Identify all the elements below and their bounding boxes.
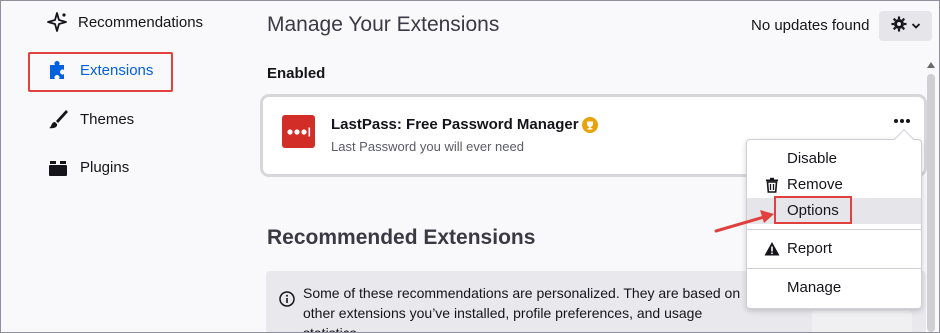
dot: [906, 119, 910, 123]
extension-name[interactable]: LastPass: Free Password Manager: [331, 116, 579, 133]
extension-description: Last Password you will ever need: [331, 139, 524, 154]
warning-icon: [764, 241, 780, 257]
info-icon: [279, 291, 295, 307]
sparkle-icon: [46, 10, 68, 34]
menu-separator: [747, 268, 921, 269]
notice-action-button[interactable]: [812, 311, 912, 333]
sidebar-item-label: Plugins: [80, 158, 130, 176]
sidebar-item-themes[interactable]: Themes: [28, 101, 173, 137]
tools-menu-button[interactable]: [879, 11, 932, 41]
section-heading-recommended: Recommended Extensions: [267, 226, 536, 249]
menu-item-manage[interactable]: Manage: [747, 275, 921, 301]
menu-item-label: Disable: [787, 150, 838, 167]
annotation-arrow-icon: [714, 210, 774, 233]
scrollbar[interactable]: [925, 62, 937, 332]
menu-item-label: Manage: [787, 279, 842, 296]
menu-item-label: Remove: [787, 176, 843, 193]
menu-item-remove[interactable]: Remove: [747, 172, 921, 198]
sidebar-item-label: Themes: [80, 110, 135, 128]
sidebar: Recommendations Extensions Themes Plugin…: [0, 0, 250, 333]
dot: [900, 119, 904, 123]
sidebar-item-extensions[interactable]: Extensions: [28, 52, 173, 92]
update-status: No updates found: [751, 17, 870, 34]
notice-text: Some of these recommendations are person…: [303, 285, 741, 333]
page-title: Manage Your Extensions: [267, 13, 500, 36]
scroll-up-icon[interactable]: [927, 62, 935, 68]
annotation-highlight-box: [774, 196, 852, 224]
sidebar-item-plugins[interactable]: Plugins: [28, 149, 173, 185]
dot: [894, 119, 898, 123]
lastpass-logo-icon: [282, 115, 315, 148]
menu-item-disable[interactable]: Disable: [747, 146, 921, 172]
annotation-highlight-box: [28, 52, 173, 92]
gear-icon: [891, 16, 907, 37]
more-options-button[interactable]: [890, 113, 914, 129]
recommended-trophy-icon: [582, 117, 598, 133]
sidebar-item-recommendations[interactable]: Recommendations: [28, 4, 203, 40]
plugin-icon: [46, 155, 70, 179]
menu-item-label: Report: [787, 240, 833, 257]
scrollbar-thumb[interactable]: [927, 74, 935, 332]
chevron-down-icon: [911, 17, 921, 35]
section-heading-enabled: Enabled: [267, 65, 326, 82]
brush-icon: [46, 107, 70, 131]
sidebar-item-label: Recommendations: [78, 13, 204, 31]
trash-icon: [764, 177, 780, 193]
